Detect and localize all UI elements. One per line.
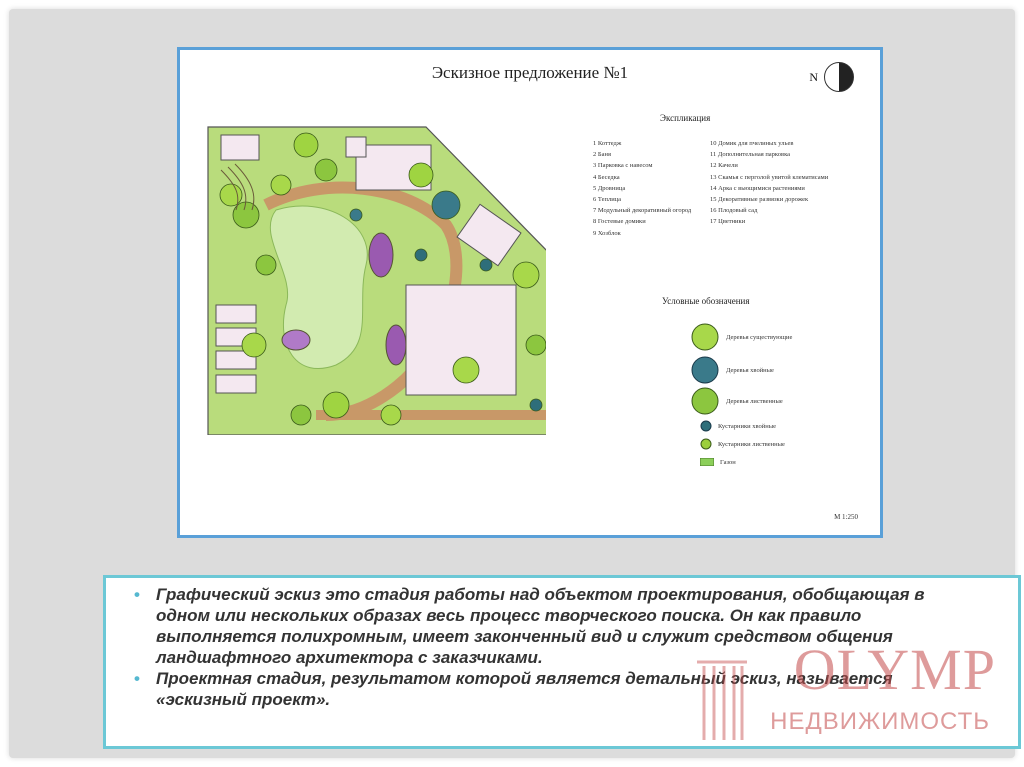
compass-icon [824,62,854,92]
explication-list-right: 10 Домик для пчелиных ульев 11 Дополните… [710,138,828,228]
conifer-shrub-icon [700,420,712,432]
explication-item: 7 Модульный декоративный огород [593,207,692,215]
explication-list-left: 1 Коттедж 2 Баня 3 Парковка с навесом 4 … [593,138,691,239]
conifer-tree-icon [691,356,719,384]
lawn-icon [700,458,714,466]
description-text-box: Графический эскиз это стадия работы над … [103,575,1021,749]
legend-item: Деревья лиственные [690,386,783,416]
explication-item: 15 Декоративные развязки дорожек [710,196,809,204]
explication-item: 16 Плодовый сад [710,207,758,215]
north-arrow: N [809,62,854,92]
legend-label: Кустарники хвойные [718,422,776,430]
legend-item: Кустарники лиственные [700,438,785,450]
legend-item: Кустарники хвойные [700,420,776,432]
bullet-item: Проектная стадия, результатом которой яв… [128,668,978,710]
explication-item: 6 Теплица [593,196,622,204]
explication-item: 8 Гостевые домики [593,218,646,226]
legend-item: Деревья хвойные [690,355,774,385]
explication-item: 4 Беседка [593,173,620,181]
existing-tree-icon [691,323,719,351]
explication-item: 2 Баня [593,151,611,159]
legend-label: Деревья хвойные [726,366,774,374]
watermark-subtitle: НЕДВИЖИМОСТЬ [770,708,990,735]
explication-item: 10 Домик для пчелиных ульев [710,140,794,147]
legend-title: Условные обозначения [662,296,750,306]
legend-label: Кустарники лиственные [718,440,785,448]
explication-item: 9 Хозблок [593,229,621,237]
legend-label: Деревья существующие [726,333,793,341]
explication-item: 14 Арка с вьющимися растениями [710,184,805,192]
legend-item: Газон [700,458,736,466]
explication-item: 17 Цветники [710,218,746,226]
bullet-list: Графический эскиз это стадия работы над … [128,584,978,710]
deciduous-tree-icon [691,387,719,415]
explication-item: 12 Качели [710,162,738,170]
explication-item: 1 Коттедж [593,140,622,147]
explication-title: Экспликация [660,113,711,123]
plan-title: Эскизное предложение №1 [431,63,629,82]
legend-label: Деревья лиственные [726,397,783,405]
deciduous-shrub-icon [700,438,712,450]
legend-item: Деревья существующие [690,322,792,352]
plan-scale: М 1:250 [834,513,858,521]
explication-item: 11 Дополнительная парковка [710,151,791,159]
bullet-item: Графический эскиз это стадия работы над … [128,584,978,668]
legend-label: Газон [720,458,736,466]
explication-item: 3 Парковка с навесом [593,162,653,170]
explication-item: 5 Дровница [593,184,626,192]
landscape-plan-image: Эскизное предложение №1 N Экспликация 1 … [177,47,883,538]
explication-item: 13 Скамья с перголой увитой клематисами [710,173,829,181]
site-plan-drawing [207,126,546,435]
north-label: N [809,69,818,84]
